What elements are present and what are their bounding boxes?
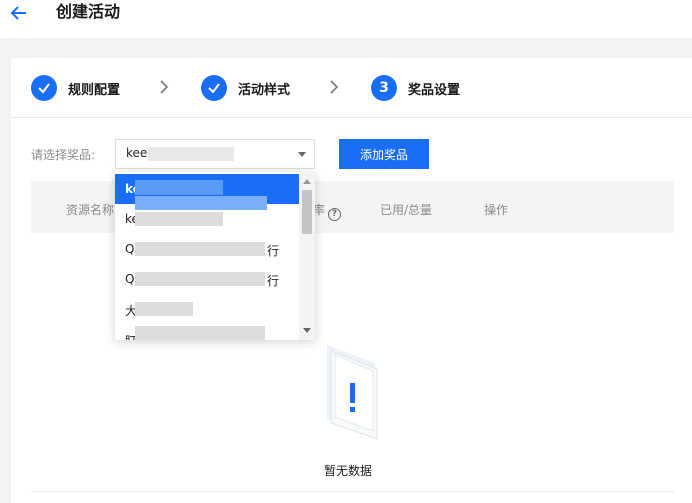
redacted-text: [135, 242, 265, 256]
help-icon[interactable]: ?: [328, 208, 342, 221]
add-prize-button[interactable]: 添加奖品: [339, 139, 429, 169]
column-used-total: 已用/总量: [380, 203, 433, 217]
step-done-icon: [31, 75, 57, 101]
dropdown-option[interactable]: ke: [115, 174, 299, 210]
dropdown-option[interactable]: 大: [115, 294, 299, 324]
redacted-text: [135, 272, 265, 286]
page-title: 创建活动: [56, 2, 121, 21]
column-resource-name: 资源名称: [66, 203, 115, 217]
step-label: 奖品设置: [408, 82, 461, 98]
scroll-thumb[interactable]: [302, 190, 312, 234]
redacted-text: [135, 180, 223, 195]
prize-select-value: kee: [126, 146, 148, 160]
scroll-up-icon[interactable]: [303, 179, 311, 184]
dropdown-option[interactable]: Q 行: [115, 234, 299, 264]
dropdown-scrollbar[interactable]: [299, 172, 315, 340]
step-rules[interactable]: 规则配置: [31, 74, 120, 102]
top-bar: 创建活动: [0, 0, 692, 38]
back-button[interactable]: [8, 3, 32, 23]
redacted-text: [135, 302, 193, 316]
step-number: 3: [371, 75, 397, 101]
prize-select[interactable]: kee: [115, 139, 315, 169]
empty-text: 暂无数据: [324, 464, 373, 478]
prize-select-label: 请选择奖品:: [31, 148, 96, 162]
step-done-icon: [201, 75, 227, 101]
step-style[interactable]: 活动样式: [201, 74, 290, 102]
chevron-right-icon: [160, 80, 169, 94]
redacted-text: [135, 326, 265, 340]
step-label: 活动样式: [238, 82, 291, 98]
redacted-text: [148, 147, 234, 161]
empty-box-icon: [327, 345, 378, 440]
prize-dropdown[interactable]: ke ke Q 行 Q 行 大 盯: [115, 172, 315, 340]
main-card: 规则配置 活动样式 3 奖品设置 请选择奖品: kee 添加奖品 资源名称 率 …: [11, 58, 692, 503]
divider: [31, 491, 674, 492]
column-rate: 率?: [313, 201, 342, 221]
arrow-left-icon: [10, 6, 26, 20]
scroll-down-icon[interactable]: [303, 328, 311, 333]
check-icon: [208, 83, 220, 94]
check-icon: [38, 83, 50, 94]
redacted-text: [135, 212, 223, 226]
column-actions: 操作: [484, 203, 509, 217]
step-indicator: 规则配置 活动样式 3 奖品设置: [11, 58, 692, 118]
caret-down-icon: [298, 152, 306, 157]
dropdown-option[interactable]: Q 行: [115, 264, 299, 294]
dropdown-option[interactable]: ke: [115, 204, 299, 234]
step-label: 规则配置: [68, 82, 121, 98]
dropdown-option[interactable]: 盯: [115, 324, 299, 340]
chevron-right-icon: [330, 80, 339, 94]
step-prize[interactable]: 3 奖品设置: [371, 74, 460, 102]
